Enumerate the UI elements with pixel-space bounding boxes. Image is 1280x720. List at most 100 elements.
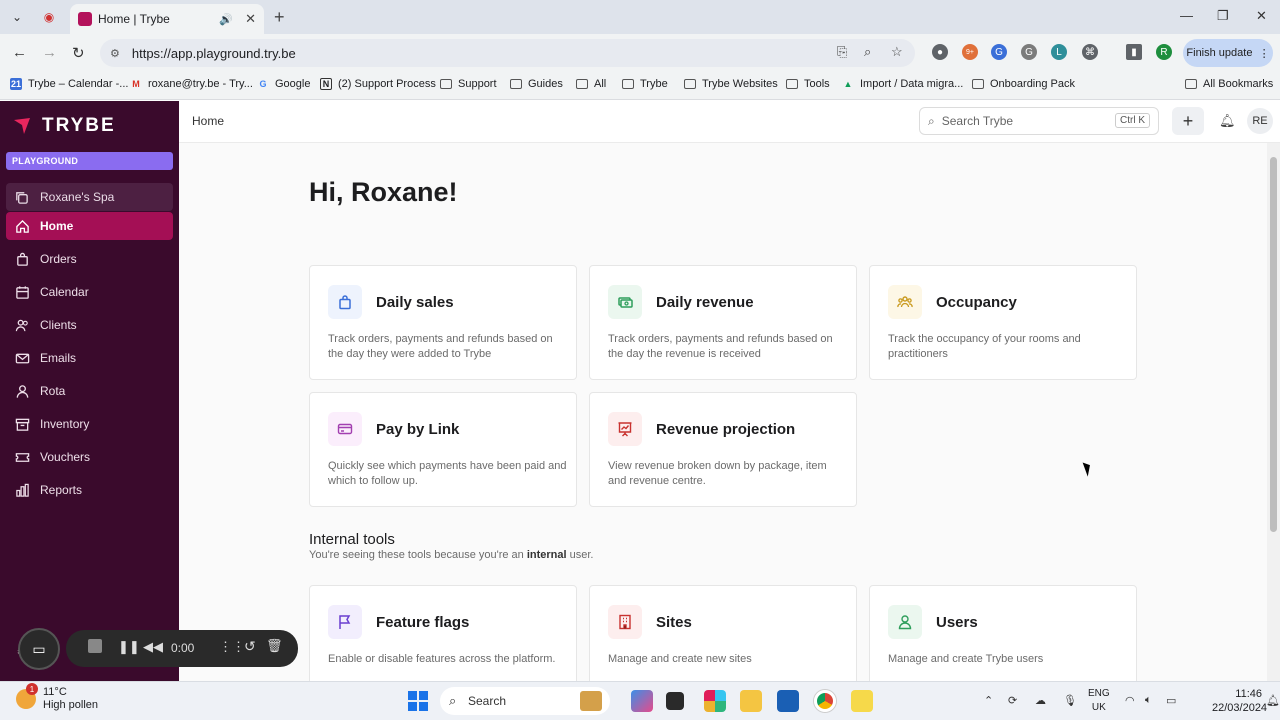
tab-search-icon[interactable]: ⌄ [8,8,26,26]
restart-icon[interactable]: ↺ [244,638,256,655]
camera-toggle-icon[interactable]: ▭ [18,628,60,670]
all-bookmarks-folder[interactable]: All Bookmarks [1185,78,1273,90]
finish-update-button[interactable]: Finish update ⋮ [1183,39,1273,67]
microphone-icon[interactable]: 🎙︎ [1063,694,1077,707]
zoom-icon[interactable]: ⌕ [864,44,871,60]
chrome-app-icon[interactable] [814,690,836,712]
maximize-button[interactable]: ❐ [1217,8,1229,24]
search-input[interactable]: ⌕ Search Trybe Ctrl K [919,107,1159,135]
minimize-button[interactable]: — [1180,8,1193,23]
pay-by-link-card[interactable]: Pay by Link Quickly see which payments h… [309,392,577,507]
battery-icon[interactable]: ▭ [1166,694,1176,707]
profile-avatar[interactable]: R [1156,44,1172,60]
grid-icon[interactable]: ⋮⋮ [219,639,245,655]
sidebar-item-orders[interactable]: Orders [6,245,173,273]
install-app-icon[interactable]: ⎘ [837,44,847,60]
terminal-app-icon[interactable] [666,692,684,710]
bookmark-folder[interactable]: Trybe [622,78,668,90]
sidebar-item-home[interactable]: Home [6,212,173,240]
weather-widget[interactable]: 1 11°C High pollen [16,683,98,712]
add-button[interactable]: + [1172,107,1204,135]
scrollbar-thumb[interactable] [1270,157,1277,532]
daily-sales-card[interactable]: Daily sales Track orders, payments and r… [309,265,577,380]
lt-extension-icon[interactable]: L [1051,44,1067,60]
clock[interactable]: 11:46 22/03/2024 [1212,687,1267,715]
taskbar-search[interactable]: ⌕ Search [440,687,610,715]
browser-tab[interactable]: Home | Trybe 🔊 ✕ [70,4,264,34]
reload-icon[interactable]: ↻ [72,44,85,62]
sidebar-item-label: Rota [40,384,66,398]
store-app-icon[interactable] [777,690,799,712]
bookmark-folder[interactable]: Tools [786,78,830,90]
extension-1-icon[interactable]: ● [932,44,948,60]
group-icon [888,285,922,319]
bookmark-folder[interactable]: Guides [510,78,563,90]
bookmark-folder[interactable]: Trybe Websites [684,78,778,90]
cloud-icon[interactable]: ☁ [1035,694,1046,707]
sidebar-item-reports[interactable]: Reports [6,476,173,504]
file-explorer-icon[interactable] [740,690,762,712]
card-title: Daily revenue [656,294,754,311]
extensions-puzzle-icon[interactable]: ⌘ [1082,44,1098,60]
tab-title: Home | Trybe [98,12,170,26]
occupancy-card[interactable]: Occupancy Track the occupancy of your ro… [869,265,1137,380]
sidebar-item-calendar[interactable]: Calendar [6,278,173,306]
trybe-logo[interactable]: TRYBE [12,115,116,137]
pause-icon[interactable]: ❚❚ [118,639,140,655]
sidebar-item-vouchers[interactable]: Vouchers [6,443,173,471]
sidebar-item-label: Clients [40,318,77,332]
avatar[interactable]: RE [1247,108,1273,134]
sidebar-item-emails[interactable]: Emails [6,344,173,372]
translate-extension-icon[interactable]: G [991,44,1007,60]
bell-icon[interactable]: 🔔︎ [1219,113,1236,129]
site-switcher[interactable]: Roxane's Spa [6,183,173,211]
bookmark-item[interactable]: Mroxane@try.be - Try... [130,78,253,90]
sticky-notes-icon[interactable] [851,690,873,712]
bookmark-star-icon[interactable]: ☆ [891,44,903,60]
revenue-projection-card[interactable]: Revenue projection View revenue broken d… [589,392,857,507]
close-window-button[interactable]: ✕ [1256,8,1267,24]
app-header: Home ⌕ Search Trybe Ctrl K + 🔔︎ RE [179,101,1280,143]
daily-revenue-card[interactable]: Daily revenue Track orders, payments and… [589,265,857,380]
bookmark-folder[interactable]: Support [440,78,497,90]
trash-icon[interactable]: 🗑︎ [266,638,283,654]
site-info-icon[interactable]: ⚙ [110,47,120,60]
new-tab-button[interactable]: + [274,7,285,28]
bookmark-item[interactable]: N (2) Support Process [320,78,436,90]
copilot-app-icon[interactable] [631,690,653,712]
bookmark-folder[interactable]: Onboarding Pack [972,78,1075,90]
bookmark-item[interactable]: 21 Trybe – Calendar -... [10,78,128,90]
chevron-up-icon[interactable]: ⌃ [984,694,993,707]
notifications-icon[interactable]: 🔔︎ [1266,694,1280,707]
side-panel-icon[interactable]: ▮ [1126,44,1142,60]
rewind-icon[interactable]: ◀◀ [143,639,163,655]
extension-2-icon[interactable]: 9+ [962,44,978,60]
url-input[interactable]: ⚙ https://app.playground.try.be [100,39,915,67]
folder-icon [622,79,634,89]
close-tab-icon[interactable]: ✕ [245,11,256,27]
bookmark-item[interactable]: ▲ Import / Data migra... [842,78,964,90]
bookmark-folder[interactable]: All [576,78,606,90]
slack-app-icon[interactable] [704,690,726,712]
wifi-icon[interactable]: ◠ [1125,694,1135,707]
sites-card[interactable]: Sites Manage and create new sites [589,585,857,681]
sidebar-item-inventory[interactable]: Inventory [6,410,173,438]
volume-icon[interactable]: 🔈︎ [1145,694,1152,707]
page-scrollbar[interactable] [1267,143,1280,681]
forward-icon[interactable]: → [42,44,57,61]
sidebar-item-rota[interactable]: Rota [6,377,173,405]
windows-start-icon[interactable] [408,691,428,711]
back-icon[interactable]: ← [12,44,27,61]
grammar-extension-icon[interactable]: G [1021,44,1037,60]
language-indicator[interactable]: ENG UK [1088,687,1110,715]
breadcrumb[interactable]: Home [192,114,224,128]
weather-text: 11°C High pollen [43,686,98,712]
windows-taskbar: 1 11°C High pollen ⌕ Search ⌃ ⟳ ☁ 🎙︎ ENG… [0,681,1280,720]
stop-icon[interactable] [88,639,102,653]
sync-icon[interactable]: ⟳ [1008,694,1017,707]
audio-icon[interactable]: 🔊 [219,13,233,26]
feature-flags-card[interactable]: Feature flags Enable or disable features… [309,585,577,681]
bookmark-item[interactable]: G Google [257,78,310,90]
users-card[interactable]: Users Manage and create Trybe users [869,585,1137,681]
sidebar-item-clients[interactable]: Clients [6,311,173,339]
